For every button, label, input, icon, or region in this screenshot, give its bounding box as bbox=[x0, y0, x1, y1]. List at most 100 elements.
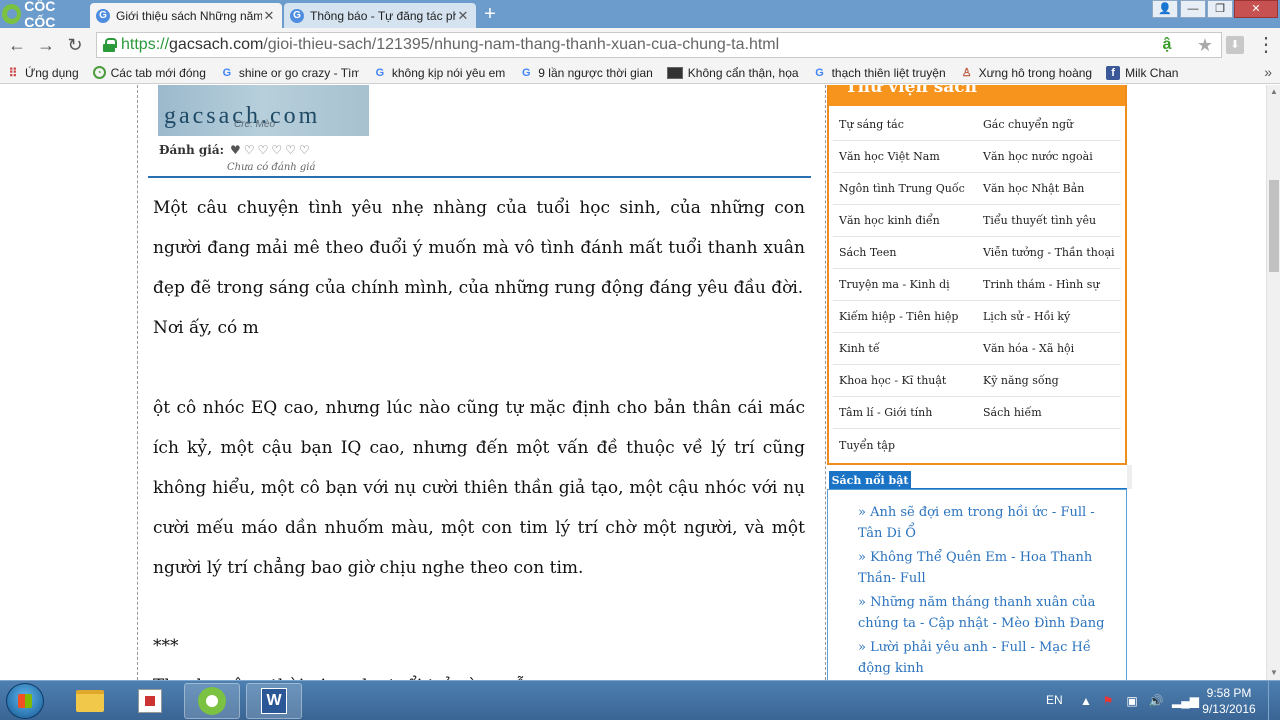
bookmark-item[interactable]: G 9 lần ngược thời gian bbox=[519, 66, 653, 80]
download-icon[interactable]: ⬇ bbox=[1226, 36, 1244, 54]
bookmark-item[interactable]: f Milk Chan bbox=[1106, 65, 1178, 80]
signal-icon[interactable]: ▂▄▆ bbox=[1172, 693, 1199, 709]
maximize-button[interactable]: ❐ bbox=[1207, 0, 1233, 18]
tab-close-icon[interactable]: ✕ bbox=[262, 8, 276, 24]
category-row: Kiếm hiệp - Tiên hiệp Lịch sử - Hồi ký bbox=[833, 301, 1121, 333]
category-link[interactable]: Tuyển tập bbox=[833, 439, 977, 452]
reload-icon[interactable]: ↻ bbox=[64, 34, 86, 56]
more-bookmarks-icon[interactable]: » bbox=[1264, 64, 1272, 80]
network-icon[interactable]: ▣ bbox=[1124, 693, 1140, 709]
category-link[interactable]: Văn học nước ngoài bbox=[977, 150, 1121, 163]
taskbar-word[interactable]: W bbox=[246, 683, 302, 719]
bookmark-item[interactable]: ♙ Xưng hô trong hoàng bbox=[960, 66, 1092, 80]
menu-icon[interactable]: ⋮ bbox=[1256, 34, 1276, 56]
category-link[interactable]: Khoa học - Kĩ thuật bbox=[833, 374, 977, 387]
language-indicator[interactable]: EN bbox=[1046, 693, 1063, 707]
coccoc-icon bbox=[198, 687, 226, 715]
user-icon[interactable]: 👤 bbox=[1152, 0, 1178, 18]
close-window-button[interactable]: ✕ bbox=[1234, 0, 1278, 18]
category-link[interactable]: Văn học Nhật Bản bbox=[977, 182, 1121, 195]
new-tab-button[interactable]: + bbox=[480, 4, 500, 24]
rating-note: Chưa có đánh giá bbox=[227, 162, 316, 173]
category-link[interactable]: Kỹ năng sống bbox=[977, 374, 1121, 387]
category-row: Tuyển tập bbox=[833, 429, 1121, 461]
book-cover[interactable]: gacsach.com Cre: Mèo bbox=[158, 85, 369, 136]
library-title: Thư viện sách bbox=[845, 85, 978, 97]
taskbar-explorer[interactable] bbox=[62, 683, 118, 719]
article-paragraph: ột cô nhóc EQ cao, nhưng lúc nào cũng tự… bbox=[153, 398, 805, 578]
start-button[interactable] bbox=[6, 683, 44, 719]
tab-close-icon[interactable]: ✕ bbox=[456, 8, 470, 24]
browser-logo[interactable]: CỐC CỐC bbox=[2, 0, 88, 30]
featured-tab[interactable]: Sách nổi bật bbox=[829, 471, 911, 490]
category-link[interactable]: Tiểu thuyết tình yêu bbox=[977, 214, 1121, 227]
translate-icon[interactable]: ậ bbox=[1157, 35, 1177, 55]
article-separator: *** bbox=[153, 636, 179, 656]
bookmark-item[interactable]: G không kịp nói yêu em bbox=[373, 66, 506, 80]
scroll-up-icon[interactable]: ▲ bbox=[1269, 87, 1279, 97]
scroll-down-icon[interactable]: ▼ bbox=[1269, 668, 1279, 678]
address-bar[interactable]: https://gacsach.com/gioi-thieu-sach/1213… bbox=[96, 32, 1222, 58]
bookmark-recent-tabs[interactable]: ◔ Các tab mới đóng bbox=[92, 66, 206, 80]
taskbar-app[interactable] bbox=[122, 683, 178, 719]
category-row: Văn học kinh điển Tiểu thuyết tình yêu bbox=[833, 205, 1121, 237]
category-link[interactable]: Tâm lí - Giới tính bbox=[833, 406, 977, 419]
page-scrollbar[interactable]: ▲ ▼ bbox=[1266, 85, 1280, 680]
bookmark-item[interactable]: Không cẩn thận, họa bbox=[666, 66, 799, 80]
forward-arrow-icon[interactable]: → bbox=[35, 34, 57, 56]
heart-rating-icon[interactable]: ♥♡♡♡♡♡ bbox=[230, 143, 313, 157]
taskbar-coccoc[interactable] bbox=[184, 683, 240, 719]
category-row: Ngôn tình Trung Quốc Văn học Nhật Bản bbox=[833, 173, 1121, 205]
category-row: Tâm lí - Giới tính Sách hiếm bbox=[833, 397, 1121, 429]
windows-taskbar: W EN ▲ ⚑ ▣ 🔊 ▂▄▆ 9:58 PM 9/13/2016 bbox=[0, 680, 1280, 720]
clock-date: 9/13/2016 bbox=[1202, 702, 1256, 716]
category-link[interactable]: Truyện ma - Kinh dị bbox=[833, 278, 977, 291]
url-text[interactable]: https://gacsach.com/gioi-thieu-sach/1213… bbox=[121, 36, 779, 54]
category-link[interactable]: Trinh thám - Hình sự bbox=[977, 278, 1121, 291]
featured-link[interactable]: » Những năm tháng thanh xuân của chúng t… bbox=[858, 592, 1118, 634]
category-link[interactable]: Ngôn tình Trung Quốc bbox=[833, 182, 977, 195]
category-link[interactable]: Sách hiếm bbox=[977, 406, 1121, 419]
featured-link[interactable]: » Lười phải yêu anh - Full - Mạc Hề động… bbox=[858, 637, 1118, 679]
volume-icon[interactable]: 🔊 bbox=[1148, 693, 1164, 709]
category-link[interactable]: Gác chuyển ngữ bbox=[977, 118, 1121, 131]
category-link[interactable]: Văn học kinh điển bbox=[833, 214, 977, 227]
word-icon: W bbox=[261, 688, 287, 714]
category-link[interactable]: Lịch sử - Hồi ký bbox=[977, 310, 1121, 323]
tab-favicon-icon: G bbox=[290, 8, 304, 23]
category-link[interactable]: Viễn tưởng - Thần thoại bbox=[977, 246, 1121, 259]
action-center-icon[interactable]: ⚑ bbox=[1100, 693, 1116, 709]
featured-box: » Anh sẽ đợi em trong hồi ức - Full - Tâ… bbox=[827, 489, 1127, 680]
bookmarks-bar: ⠿ Ứng dụng ◔ Các tab mới đóng G shine or… bbox=[0, 62, 1280, 84]
category-link[interactable]: Kiếm hiệp - Tiên hiệp bbox=[833, 310, 977, 323]
show-hidden-icons-icon[interactable]: ▲ bbox=[1078, 693, 1094, 709]
category-row: Kinh tế Văn hóa - Xã hội bbox=[833, 333, 1121, 365]
category-link[interactable]: Kinh tế bbox=[833, 342, 977, 355]
scrollbar-thumb[interactable] bbox=[1269, 180, 1279, 272]
library-categories: Tự sáng tác Gác chuyển ngữ Văn học Việt … bbox=[829, 109, 1125, 461]
minimize-button[interactable]: — bbox=[1180, 0, 1206, 18]
bookmark-apps[interactable]: ⠿ Ứng dụng bbox=[6, 66, 79, 80]
article-paragraph: Một câu chuyện tình yêu nhẹ nhàng của tu… bbox=[153, 198, 805, 298]
rating: Đánh giá: ♥♡♡♡♡♡ bbox=[159, 143, 313, 157]
back-arrow-icon[interactable]: ← bbox=[6, 34, 28, 56]
folder-icon bbox=[76, 690, 104, 712]
featured-link[interactable]: » Anh sẽ đợi em trong hồi ức - Full - Tâ… bbox=[858, 502, 1118, 544]
bookmark-item[interactable]: G shine or go crazy - Tìm bbox=[220, 66, 359, 80]
google-icon: G bbox=[222, 66, 232, 79]
featured-link[interactable]: » Không Thể Quên Em - Hoa Thanh Thần- Fu… bbox=[858, 547, 1118, 589]
system-clock[interactable]: 9:58 PM 9/13/2016 bbox=[1196, 685, 1262, 717]
tab-inactive[interactable]: G Thông báo - Tự đăng tác phẩm ✕ bbox=[284, 3, 476, 28]
title-bar: CỐC CỐC G Giới thiệu sách Những năm thán… bbox=[0, 0, 1280, 30]
category-link[interactable]: Sách Teen bbox=[833, 246, 977, 259]
category-link[interactable]: Văn hóa - Xã hội bbox=[977, 342, 1121, 355]
bookmark-item[interactable]: G thạch thiên liệt truyện bbox=[813, 66, 945, 80]
tab-active[interactable]: G Giới thiệu sách Những năm tháng thanh … bbox=[90, 3, 282, 28]
bookmark-star-icon[interactable]: ★ bbox=[1195, 35, 1215, 55]
category-row: Khoa học - Kĩ thuật Kỹ năng sống bbox=[833, 365, 1121, 397]
tab-favicon-icon: G bbox=[96, 8, 110, 23]
category-link[interactable]: Tự sáng tác bbox=[833, 118, 977, 131]
tab-title: Thông báo - Tự đăng tác phẩm bbox=[310, 8, 456, 23]
category-link[interactable]: Văn học Việt Nam bbox=[833, 150, 977, 163]
show-desktop-button[interactable] bbox=[1268, 681, 1280, 720]
